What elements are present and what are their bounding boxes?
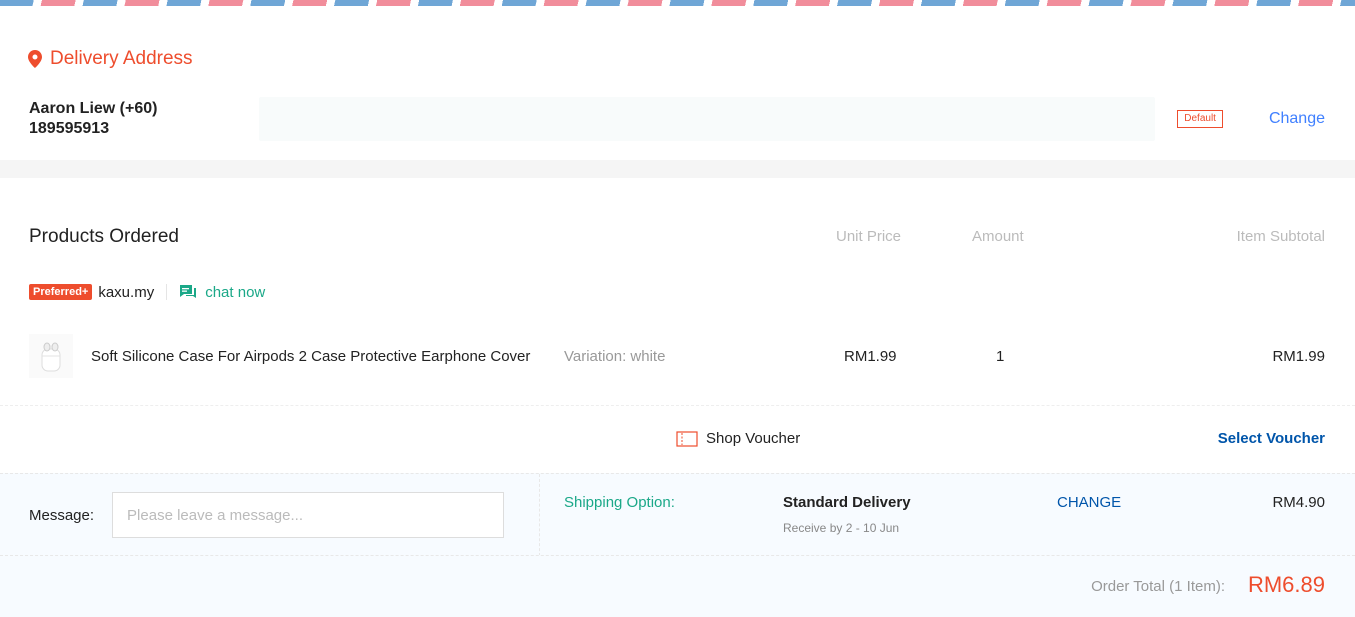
delivery-address-card: Delivery Address Aaron Liew (+60) 189595… (0, 6, 1355, 160)
voucher-ticket-icon (676, 430, 698, 447)
shop-row: Preferred+ kaxu.my chat now (29, 282, 265, 302)
products-header: Products Ordered Unit Price Amount Item … (29, 226, 1325, 248)
products-ordered-title: Products Ordered (29, 226, 179, 247)
message-input[interactable] (112, 492, 505, 538)
address-text-redacted (259, 97, 1156, 141)
section-gap (0, 160, 1355, 178)
shipping-option-label: Shipping Option: (564, 494, 675, 511)
shop-voucher-row: Shop Voucher Select Voucher (0, 430, 1325, 454)
change-shipping-button[interactable]: CHANGE (1057, 494, 1121, 511)
product-subtotal: RM1.99 (1272, 347, 1325, 365)
address-row: Aaron Liew (+60) 189595913 Default Chang… (29, 97, 1325, 141)
amount-header: Amount (972, 228, 1024, 245)
shipping-price: RM4.90 (1272, 494, 1325, 511)
shipping-method-name: Standard Delivery (783, 494, 911, 511)
delivery-address-title: Delivery Address (50, 48, 193, 69)
delivery-address-heading: Delivery Address (28, 48, 193, 70)
order-total-row: Order Total (1 Item): RM6.89 (0, 555, 1355, 617)
voucher-divider (0, 405, 1355, 406)
product-thumbnail (29, 334, 73, 378)
shipping-eta: Receive by 2 - 10 Jun (783, 521, 900, 535)
message-shipping-section: Message: Shipping Option: Standard Deliv… (0, 473, 1355, 556)
location-pin-icon (28, 50, 42, 68)
chat-icon (180, 285, 197, 298)
product-name[interactable]: Soft Silicone Case For Airpods 2 Case Pr… (91, 348, 534, 365)
select-voucher-button[interactable]: Select Voucher (1218, 430, 1325, 447)
airpods-case-icon (41, 342, 61, 372)
shop-name[interactable]: kaxu.my (98, 284, 154, 301)
product-item-row: Soft Silicone Case For Airpods 2 Case Pr… (29, 332, 1325, 380)
change-address-link[interactable]: Change (1269, 110, 1325, 128)
recipient-phone: 189595913 (29, 120, 110, 137)
recipient-name: Aaron Liew (+60) (29, 100, 158, 117)
unit-price-header: Unit Price (836, 228, 902, 245)
preferred-plus-badge: Preferred+ (29, 284, 93, 300)
order-total-label: Order Total (1 Item): (1091, 578, 1225, 595)
recipient-info: Aaron Liew (+60) 189595913 (29, 99, 259, 139)
message-area: Message: (0, 474, 540, 556)
divider (166, 284, 168, 300)
product-unit-price: RM1.99 (844, 347, 897, 365)
item-subtotal-header: Item Subtotal (1236, 228, 1325, 245)
order-total-value: RM6.89 (1247, 572, 1325, 597)
products-ordered-section: Products Ordered Unit Price Amount Item … (0, 178, 1355, 473)
product-amount: 1 (996, 347, 1005, 365)
message-label: Message: (29, 506, 95, 524)
default-badge: Default (1177, 110, 1223, 128)
shop-voucher-label: Shop Voucher (706, 430, 801, 447)
product-variation: Variation: white (564, 347, 666, 365)
chat-now-button[interactable]: chat now (179, 284, 265, 301)
chat-now-label: chat now (205, 283, 266, 301)
shop-voucher: Shop Voucher (676, 430, 800, 447)
